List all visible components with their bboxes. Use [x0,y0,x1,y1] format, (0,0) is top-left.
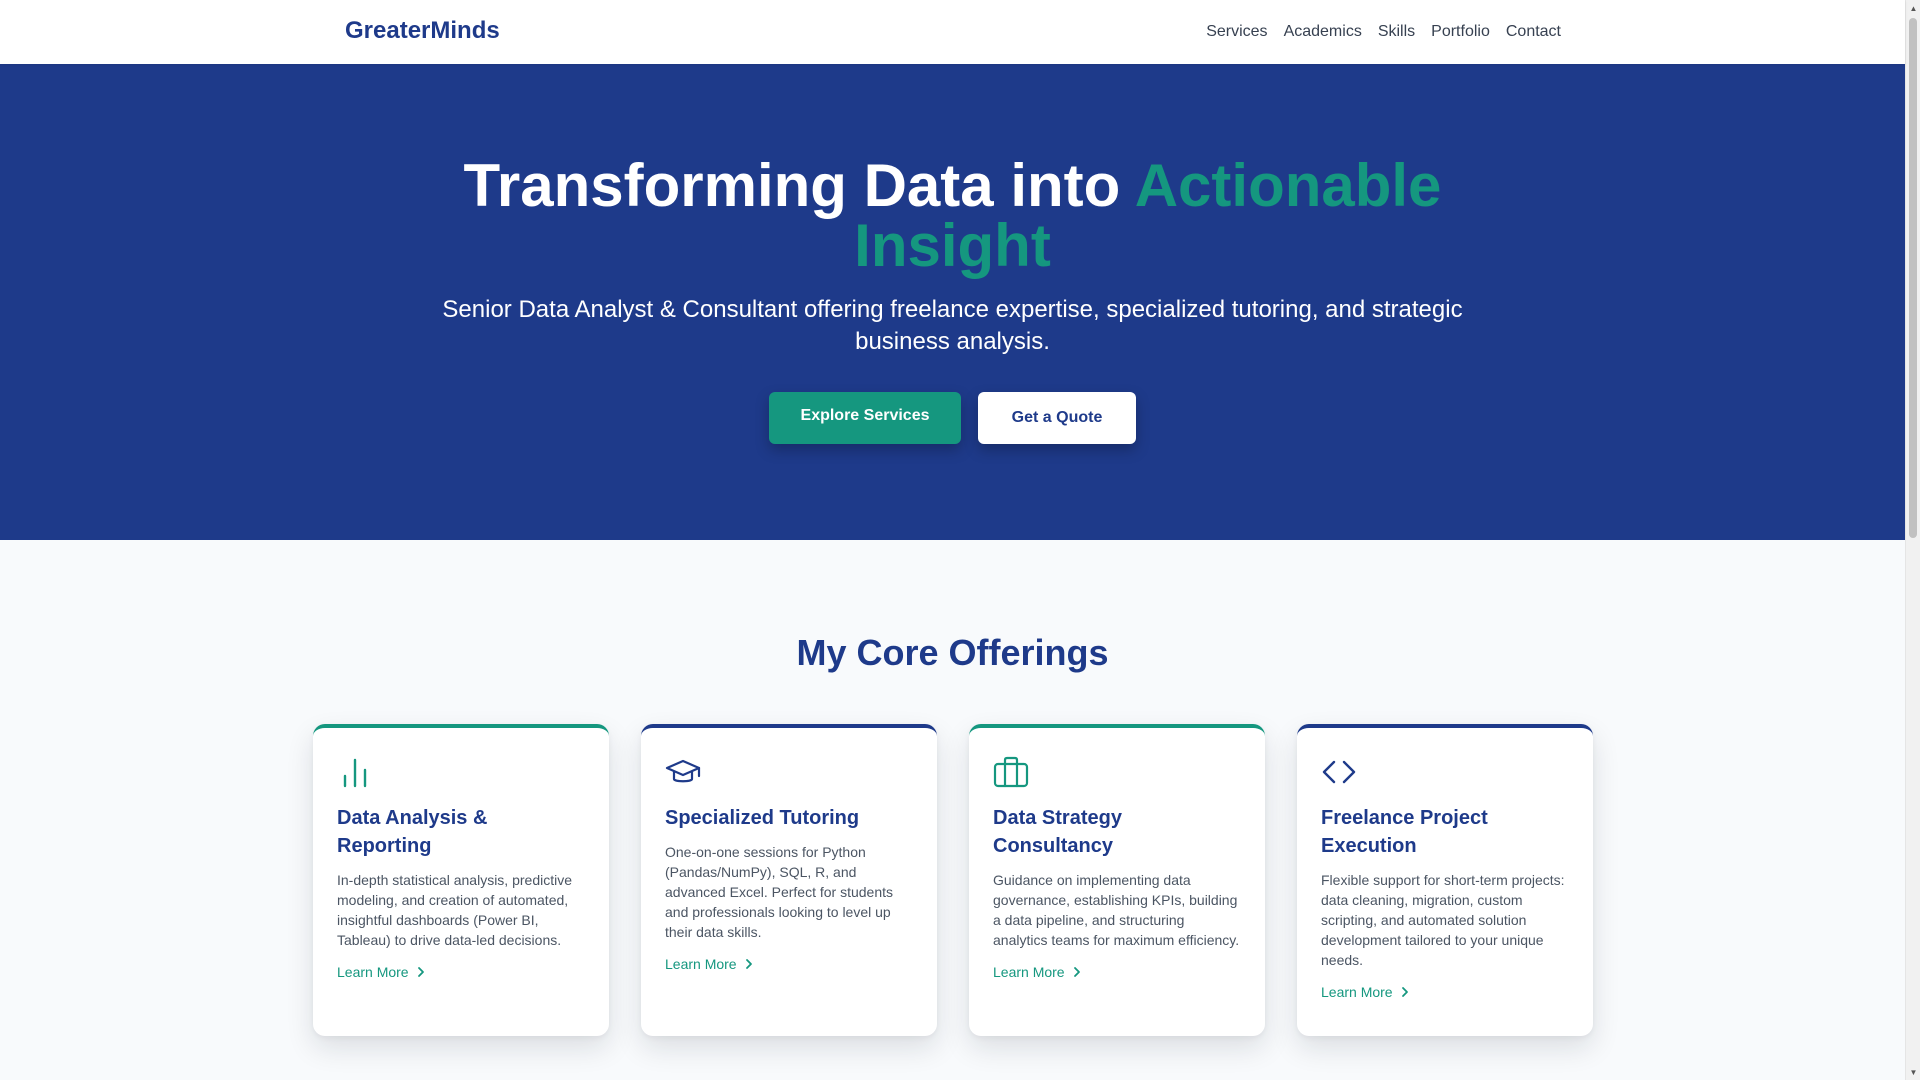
nav-link-services[interactable]: Services [1206,23,1267,41]
bar-chart-icon [343,758,367,788]
card-description: One-on-one sessions for Python (Pandas/N… [665,844,894,940]
chevron-right-icon [745,959,752,969]
chevron-right-icon [417,967,424,977]
learn-more-link[interactable]: Learn More [993,964,1083,980]
card-title: Data Analysis & Reporting [337,807,488,857]
card-title: Data Strategy Consultancy [993,807,1122,857]
hero-title-plain: Transforming Data into [463,152,1135,219]
card-description: Guidance on implementing data governance… [993,872,1240,948]
card-description: Flexible support for short-term projects… [1321,872,1565,968]
scroll-thumb[interactable] [1909,18,1917,538]
card-title: Specialized Tutoring [665,807,860,829]
explore-services-button[interactable]: Explore Services [769,392,961,444]
offering-card-freelance: Freelance Project Execution Flexible sup… [1297,724,1593,1036]
nav-link-contact[interactable]: Contact [1506,23,1561,41]
card-description: In-depth statistical analysis, predictiv… [337,872,572,948]
hero-title: Transforming Data into Actionable Insigh… [453,156,1453,276]
brand-logo[interactable]: GreaterMinds [345,17,500,45]
offering-card-data-analysis: Data Analysis & Reporting In-depth stati… [313,724,609,1036]
navbar: GreaterMinds Services Academics Skills P… [0,0,1905,64]
scroll-down-arrow-icon[interactable]: ▼ [1906,1064,1920,1080]
code-icon [1322,760,1356,784]
learn-more-label: Learn More [665,956,737,972]
get-quote-button[interactable]: Get a Quote [978,392,1136,444]
offering-card-tutoring: Specialized Tutoring One-on-one sessions… [641,724,937,1036]
hero-subtitle: Senior Data Analyst & Consultant offerin… [442,296,1463,355]
graduation-cap-icon [665,759,701,783]
learn-more-label: Learn More [1321,984,1393,1000]
scroll-up-arrow-icon[interactable]: ▲ [1906,0,1920,16]
nav-link-skills[interactable]: Skills [1378,23,1415,41]
hero-buttons: Explore Services Get a Quote [0,392,1905,444]
learn-more-link[interactable]: Learn More [337,964,427,980]
offerings-title: My Core Offerings [796,632,1109,673]
learn-more-link[interactable]: Learn More [665,956,755,972]
chevron-right-icon [1401,987,1408,997]
nav-link-portfolio[interactable]: Portfolio [1431,23,1490,41]
page-scrollbar[interactable]: ▲ ▼ [1905,0,1920,1080]
nav-links: Services Academics Skills Portfolio Cont… [1206,0,1561,64]
nav-link-academics[interactable]: Academics [1284,23,1362,41]
chevron-right-icon [1073,967,1080,977]
learn-more-label: Learn More [993,964,1065,980]
offerings-cards: Data Analysis & Reporting In-depth stati… [313,724,1593,1036]
offering-card-strategy: Data Strategy Consultancy Guidance on im… [969,724,1265,1036]
learn-more-link[interactable]: Learn More [1321,984,1411,1000]
card-title: Freelance Project Execution [1321,807,1488,857]
briefcase-icon [993,756,1029,788]
hero-section: Transforming Data into Actionable Insigh… [0,64,1905,540]
learn-more-label: Learn More [337,964,409,980]
